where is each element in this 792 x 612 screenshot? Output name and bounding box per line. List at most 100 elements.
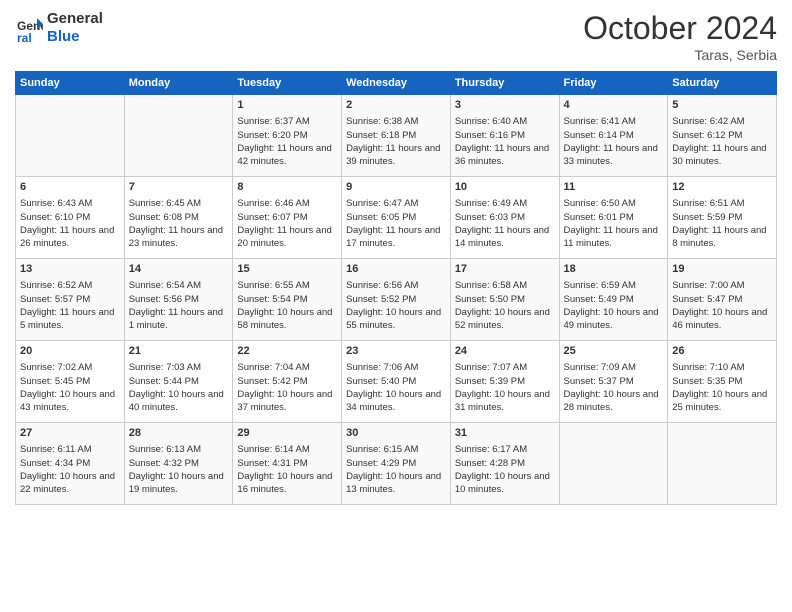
sunset-text: Sunset: 4:31 PM xyxy=(237,457,337,470)
day-header-saturday: Saturday xyxy=(668,72,777,95)
daylight-text: Daylight: 11 hours and 23 minutes. xyxy=(129,224,229,251)
sunset-text: Sunset: 5:39 PM xyxy=(455,375,555,388)
sunrise-text: Sunrise: 6:50 AM xyxy=(564,197,664,210)
sunrise-text: Sunrise: 7:00 AM xyxy=(672,279,772,292)
sunrise-text: Sunrise: 6:54 AM xyxy=(129,279,229,292)
logo-line2: Blue xyxy=(47,28,103,46)
sunset-text: Sunset: 6:01 PM xyxy=(564,211,664,224)
sunrise-text: Sunrise: 6:37 AM xyxy=(237,115,337,128)
calendar-page: Gene ral General Blue October 2024 Taras… xyxy=(0,0,792,612)
sunset-text: Sunset: 4:32 PM xyxy=(129,457,229,470)
calendar-cell: 9Sunrise: 6:47 AMSunset: 6:05 PMDaylight… xyxy=(342,177,451,259)
sunrise-text: Sunrise: 7:07 AM xyxy=(455,361,555,374)
daylight-text: Daylight: 10 hours and 58 minutes. xyxy=(237,306,337,333)
day-number: 31 xyxy=(455,426,555,441)
sunset-text: Sunset: 6:16 PM xyxy=(455,129,555,142)
day-header-thursday: Thursday xyxy=(450,72,559,95)
sunset-text: Sunset: 6:12 PM xyxy=(672,129,772,142)
day-number: 23 xyxy=(346,344,446,359)
sunset-text: Sunset: 5:59 PM xyxy=(672,211,772,224)
sunrise-text: Sunrise: 6:11 AM xyxy=(20,443,120,456)
calendar-cell: 3Sunrise: 6:40 AMSunset: 6:16 PMDaylight… xyxy=(450,95,559,177)
day-number: 18 xyxy=(564,262,664,277)
sunset-text: Sunset: 5:47 PM xyxy=(672,293,772,306)
sunrise-text: Sunrise: 7:03 AM xyxy=(129,361,229,374)
sunrise-text: Sunrise: 6:56 AM xyxy=(346,279,446,292)
sunrise-text: Sunrise: 6:38 AM xyxy=(346,115,446,128)
daylight-text: Daylight: 11 hours and 1 minute. xyxy=(129,306,229,333)
daylight-text: Daylight: 10 hours and 13 minutes. xyxy=(346,470,446,497)
sunset-text: Sunset: 4:34 PM xyxy=(20,457,120,470)
daylight-text: Daylight: 11 hours and 20 minutes. xyxy=(237,224,337,251)
day-number: 4 xyxy=(564,98,664,113)
day-number: 26 xyxy=(672,344,772,359)
day-number: 20 xyxy=(20,344,120,359)
day-number: 8 xyxy=(237,180,337,195)
calendar-week-row: 27Sunrise: 6:11 AMSunset: 4:34 PMDayligh… xyxy=(16,423,777,505)
sunset-text: Sunset: 5:37 PM xyxy=(564,375,664,388)
day-number: 5 xyxy=(672,98,772,113)
calendar-cell: 6Sunrise: 6:43 AMSunset: 6:10 PMDaylight… xyxy=(16,177,125,259)
calendar-cell: 7Sunrise: 6:45 AMSunset: 6:08 PMDaylight… xyxy=(124,177,233,259)
sunrise-text: Sunrise: 6:46 AM xyxy=(237,197,337,210)
sunset-text: Sunset: 5:56 PM xyxy=(129,293,229,306)
daylight-text: Daylight: 11 hours and 36 minutes. xyxy=(455,142,555,169)
calendar-week-row: 20Sunrise: 7:02 AMSunset: 5:45 PMDayligh… xyxy=(16,341,777,423)
sunrise-text: Sunrise: 6:14 AM xyxy=(237,443,337,456)
sunrise-text: Sunrise: 6:55 AM xyxy=(237,279,337,292)
sunrise-text: Sunrise: 6:58 AM xyxy=(455,279,555,292)
daylight-text: Daylight: 10 hours and 49 minutes. xyxy=(564,306,664,333)
daylight-text: Daylight: 10 hours and 22 minutes. xyxy=(20,470,120,497)
day-number: 10 xyxy=(455,180,555,195)
daylight-text: Daylight: 10 hours and 43 minutes. xyxy=(20,388,120,415)
calendar-cell: 17Sunrise: 6:58 AMSunset: 5:50 PMDayligh… xyxy=(450,259,559,341)
calendar-cell: 16Sunrise: 6:56 AMSunset: 5:52 PMDayligh… xyxy=(342,259,451,341)
day-number: 15 xyxy=(237,262,337,277)
daylight-text: Daylight: 11 hours and 17 minutes. xyxy=(346,224,446,251)
daylight-text: Daylight: 10 hours and 16 minutes. xyxy=(237,470,337,497)
daylight-text: Daylight: 11 hours and 30 minutes. xyxy=(672,142,772,169)
sunrise-text: Sunrise: 7:09 AM xyxy=(564,361,664,374)
sunset-text: Sunset: 6:10 PM xyxy=(20,211,120,224)
daylight-text: Daylight: 10 hours and 31 minutes. xyxy=(455,388,555,415)
calendar-cell: 19Sunrise: 7:00 AMSunset: 5:47 PMDayligh… xyxy=(668,259,777,341)
day-number: 17 xyxy=(455,262,555,277)
daylight-text: Daylight: 10 hours and 55 minutes. xyxy=(346,306,446,333)
svg-text:ral: ral xyxy=(17,31,32,42)
sunset-text: Sunset: 4:28 PM xyxy=(455,457,555,470)
sunrise-text: Sunrise: 6:13 AM xyxy=(129,443,229,456)
calendar-cell xyxy=(668,423,777,505)
sunrise-text: Sunrise: 6:40 AM xyxy=(455,115,555,128)
daylight-text: Daylight: 10 hours and 10 minutes. xyxy=(455,470,555,497)
sunset-text: Sunset: 6:18 PM xyxy=(346,129,446,142)
calendar-header-row: SundayMondayTuesdayWednesdayThursdayFrid… xyxy=(16,72,777,95)
day-number: 16 xyxy=(346,262,446,277)
day-number: 2 xyxy=(346,98,446,113)
sunset-text: Sunset: 5:49 PM xyxy=(564,293,664,306)
day-number: 1 xyxy=(237,98,337,113)
day-number: 27 xyxy=(20,426,120,441)
daylight-text: Daylight: 11 hours and 26 minutes. xyxy=(20,224,120,251)
sunset-text: Sunset: 6:20 PM xyxy=(237,129,337,142)
location: Taras, Serbia xyxy=(583,47,777,63)
sunset-text: Sunset: 6:07 PM xyxy=(237,211,337,224)
calendar-cell xyxy=(124,95,233,177)
sunset-text: Sunset: 6:14 PM xyxy=(564,129,664,142)
calendar-week-row: 6Sunrise: 6:43 AMSunset: 6:10 PMDaylight… xyxy=(16,177,777,259)
calendar-cell: 21Sunrise: 7:03 AMSunset: 5:44 PMDayligh… xyxy=(124,341,233,423)
sunrise-text: Sunrise: 7:06 AM xyxy=(346,361,446,374)
day-number: 21 xyxy=(129,344,229,359)
month-title: October 2024 xyxy=(583,10,777,47)
sunset-text: Sunset: 5:42 PM xyxy=(237,375,337,388)
calendar-cell: 2Sunrise: 6:38 AMSunset: 6:18 PMDaylight… xyxy=(342,95,451,177)
day-number: 7 xyxy=(129,180,229,195)
calendar-cell: 15Sunrise: 6:55 AMSunset: 5:54 PMDayligh… xyxy=(233,259,342,341)
daylight-text: Daylight: 11 hours and 5 minutes. xyxy=(20,306,120,333)
day-number: 25 xyxy=(564,344,664,359)
logo-line1: General xyxy=(47,10,103,28)
daylight-text: Daylight: 11 hours and 33 minutes. xyxy=(564,142,664,169)
daylight-text: Daylight: 10 hours and 34 minutes. xyxy=(346,388,446,415)
sunset-text: Sunset: 6:08 PM xyxy=(129,211,229,224)
logo-icon: Gene ral xyxy=(15,14,43,42)
sunrise-text: Sunrise: 7:10 AM xyxy=(672,361,772,374)
